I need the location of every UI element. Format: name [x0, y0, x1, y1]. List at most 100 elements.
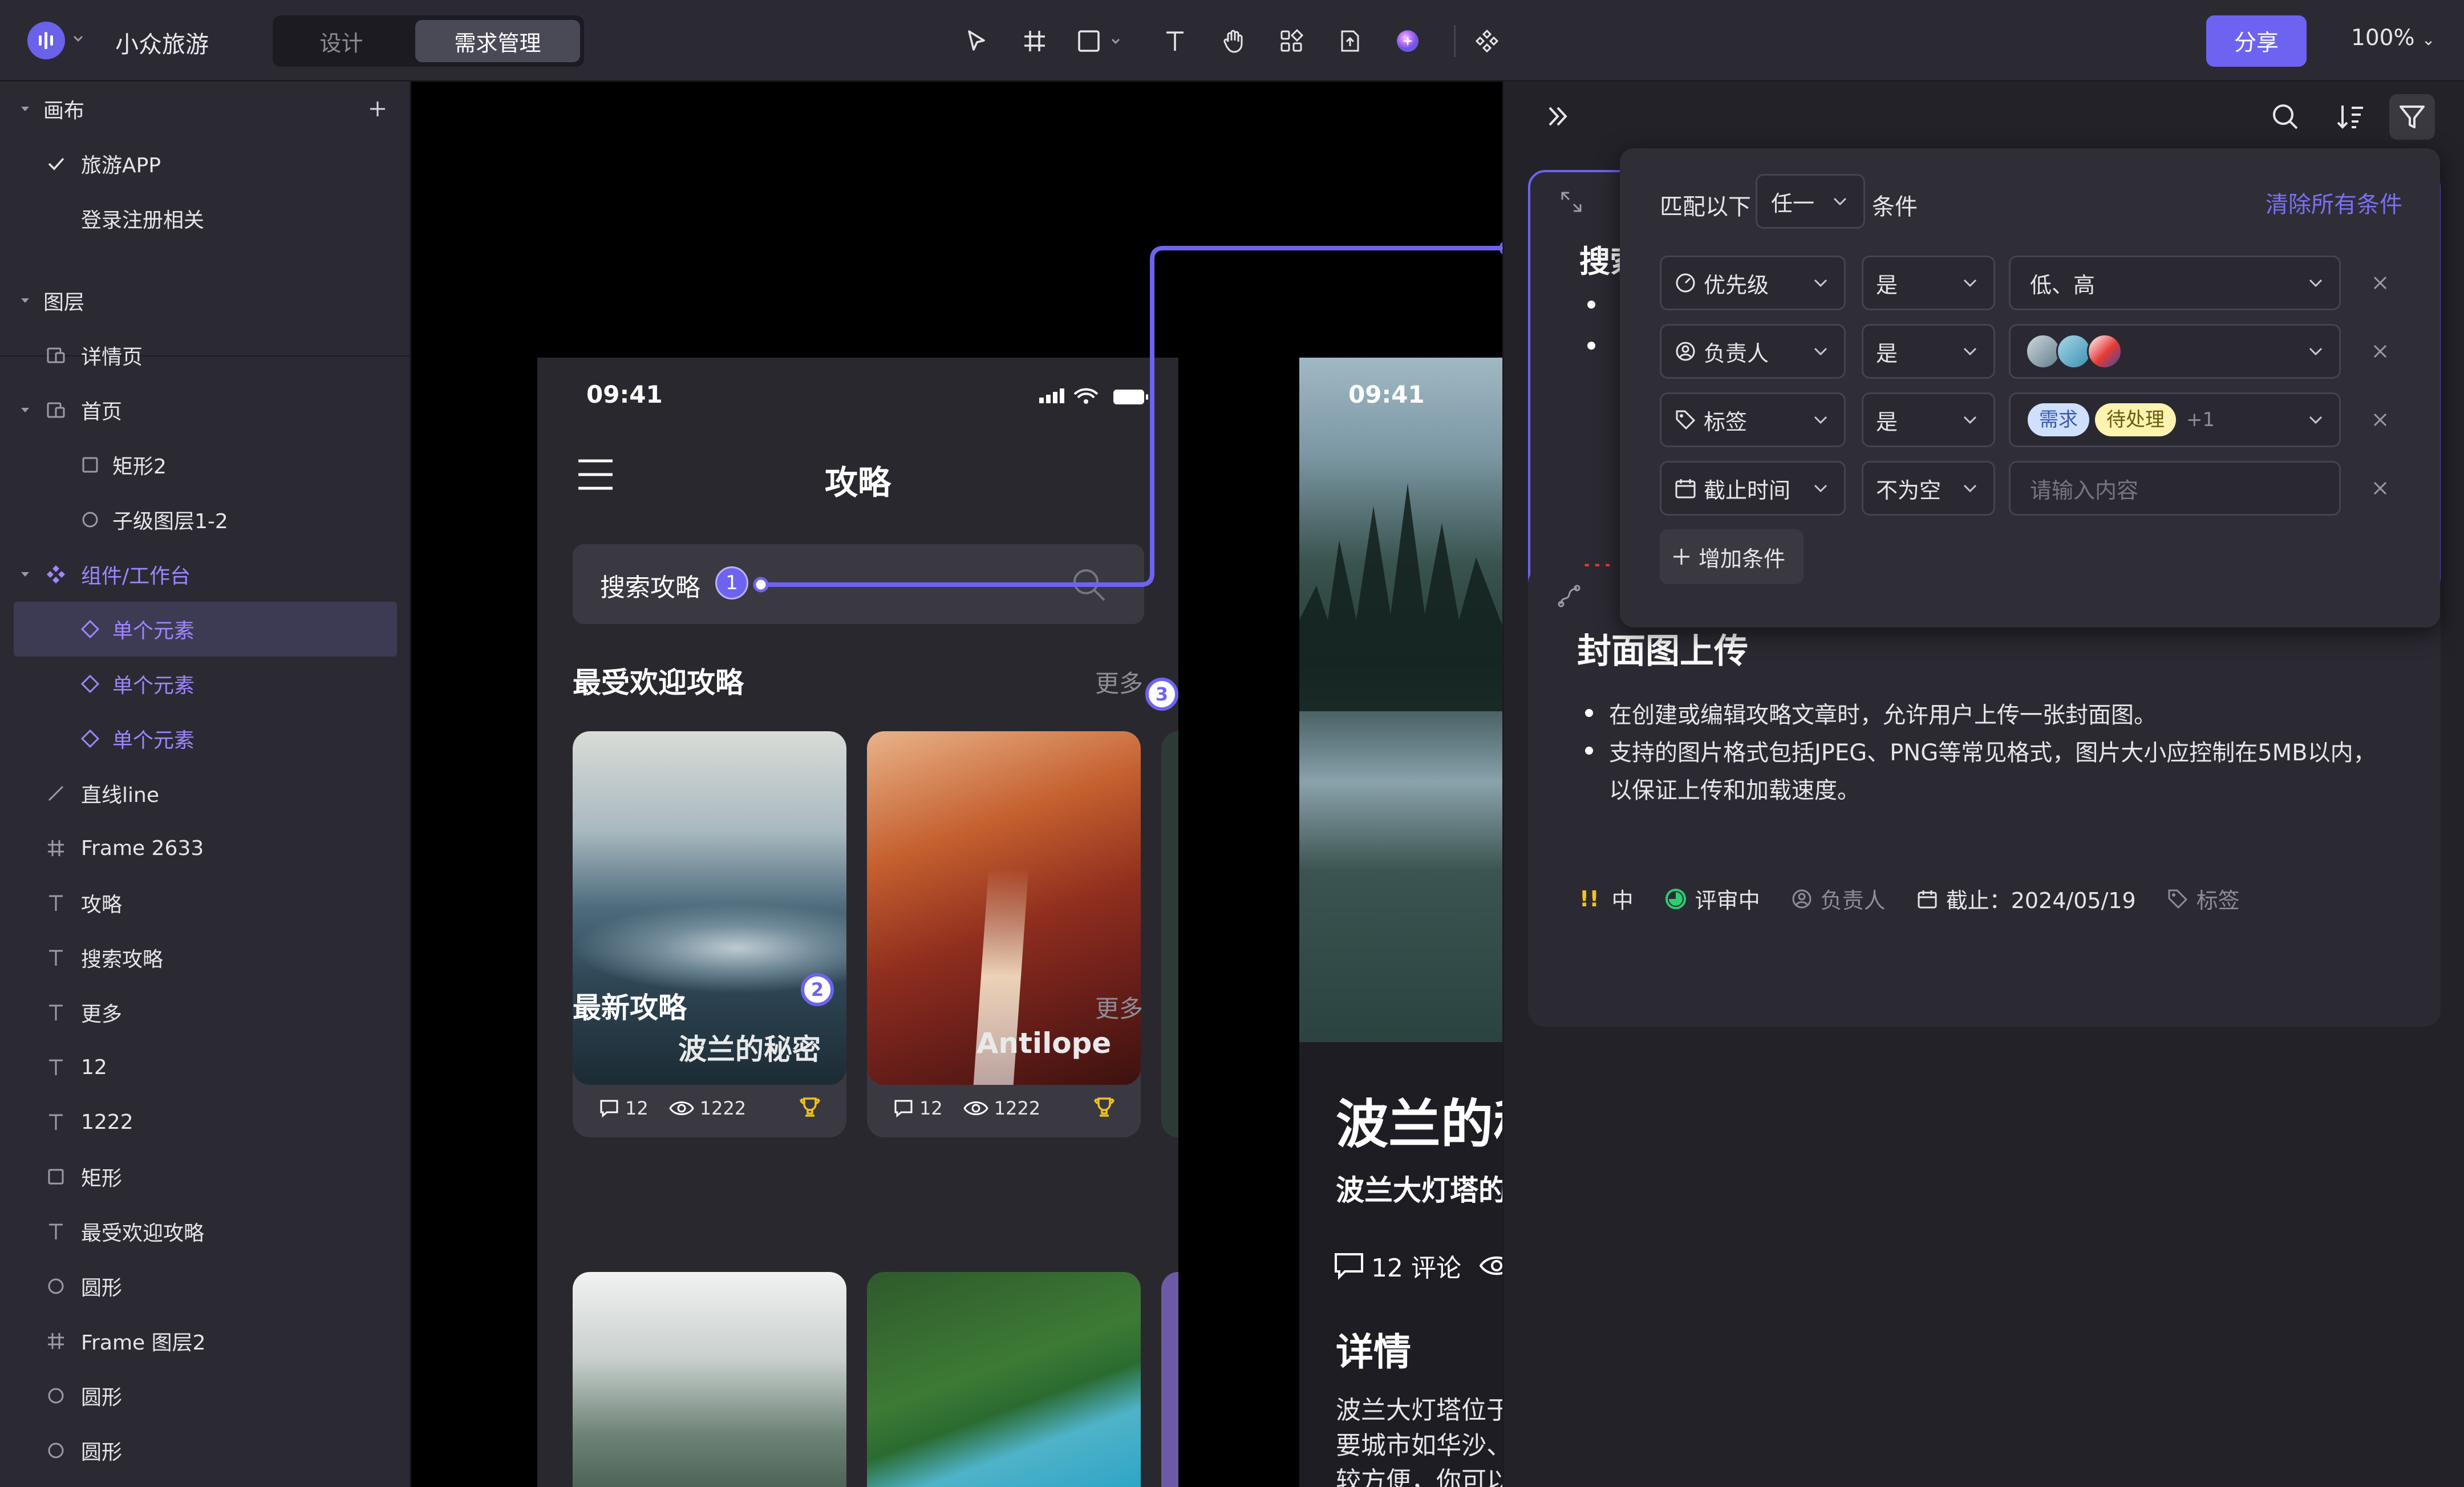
page-item[interactable]: 登录注册相关 — [0, 191, 411, 246]
guide-card[interactable]: 波兰的秘密 12 1222 — [573, 731, 846, 1137]
latest-card-fog[interactable] — [573, 1272, 846, 1487]
add-condition-label: 增加条件 — [1699, 546, 1786, 572]
layer-item[interactable]: 单个元素 — [0, 657, 411, 711]
card-assignee[interactable]: 负责人 — [1821, 883, 1886, 914]
layer-item[interactable]: 直线line — [0, 766, 411, 821]
guide-card[interactable]: Antilope 12 1222 — [867, 731, 1141, 1137]
condition-value-select[interactable]: 低、高 — [2009, 256, 2341, 310]
annotation-marker[interactable]: 3 — [1145, 678, 1178, 711]
condition-field-select[interactable]: 负责人 — [1660, 324, 1846, 379]
condition-field-select[interactable]: 截止时间 — [1660, 461, 1846, 516]
zoom-select[interactable]: 100% ⌄ — [2351, 25, 2435, 51]
tab-requirements[interactable]: 需求管理 — [415, 20, 580, 62]
caret-down-icon[interactable] — [13, 398, 38, 423]
layer-item[interactable]: 最受欢迎攻略 — [0, 1204, 411, 1259]
condition-operator: 是 — [1876, 272, 1898, 298]
app-logo-icon[interactable] — [27, 22, 65, 59]
layer-item[interactable]: 攻略 — [0, 876, 411, 930]
condition-value-select[interactable]: 需求 待处理 +1 — [2009, 392, 2341, 447]
circle-icon — [43, 1438, 68, 1463]
remove-condition-icon[interactable] — [2369, 408, 2392, 431]
text-icon[interactable] — [1158, 24, 1192, 58]
tab-design[interactable]: 设计 — [278, 20, 405, 62]
layer-item[interactable]: 更多 — [0, 985, 411, 1040]
tag-chip[interactable]: 需求 — [2028, 403, 2089, 436]
page-item[interactable]: 旅游APP — [0, 136, 411, 191]
detail-body-line: 较方便，你可以 — [1336, 1466, 1502, 1487]
layer-item[interactable]: 子级图层1-2 — [0, 492, 411, 547]
condition-value-input[interactable]: 请输入内容 — [2009, 461, 2341, 516]
condition-operator-select[interactable]: 是 — [1862, 392, 1995, 447]
layer-item[interactable]: 搜索攻略 — [0, 930, 411, 985]
expand-icon[interactable] — [1559, 189, 1584, 214]
link-icon[interactable] — [1557, 584, 1582, 609]
remove-condition-icon[interactable] — [2369, 340, 2392, 363]
layer-label: 单个元素 — [112, 674, 195, 698]
input-placeholder: 请输入内容 — [2030, 477, 2139, 503]
tag-overflow-count[interactable]: +1 — [2186, 408, 2215, 431]
latest-card-partial[interactable] — [1161, 1272, 1178, 1487]
search-icon[interactable] — [2271, 102, 2300, 132]
requirement-card[interactable]: 封面图上传 在创建或编辑攻略文章时，允许用户上传一张封面图。 支持的图片格式包括… — [1528, 566, 2441, 1027]
cursor-icon[interactable] — [959, 24, 994, 58]
layers-section-header[interactable]: 图层 — [0, 273, 411, 328]
latest-more-link[interactable]: 更多 — [1095, 990, 1143, 1024]
ai-orb-icon[interactable] — [1391, 24, 1425, 58]
layer-item[interactable]: 矩形2 — [0, 437, 411, 492]
canvas-section-title: 画布 — [43, 99, 85, 123]
latest-card-forest[interactable] — [867, 1272, 1141, 1487]
canvas-section-header[interactable]: 画布 — [0, 82, 411, 136]
component-diamond-icon[interactable] — [1470, 24, 1504, 58]
circle-icon — [78, 507, 103, 532]
condition-value-select[interactable] — [2009, 324, 2341, 379]
layer-item[interactable]: 详情页 — [0, 328, 411, 383]
project-name[interactable]: 小众旅游 — [115, 25, 209, 59]
condition-operator-select[interactable]: 是 — [1862, 324, 1995, 379]
frame-icon[interactable] — [1018, 24, 1052, 58]
layer-item[interactable]: 单个元素 — [0, 711, 411, 766]
card-tag[interactable]: 标签 — [2196, 883, 2240, 914]
layer-item[interactable]: 1222 — [0, 1095, 411, 1149]
caret-down-icon[interactable] — [13, 96, 38, 121]
export-icon[interactable] — [1332, 24, 1367, 58]
phone-frame-detail[interactable]: 09:41 波兰的秘 波兰大灯塔的 12 评论 详情 波兰大灯塔位于 要城市如华… — [1299, 358, 1502, 1487]
layer-item[interactable]: 首页 — [0, 383, 411, 437]
filter-button[interactable] — [2389, 94, 2435, 140]
tag-chip[interactable]: 待处理 — [2095, 403, 2176, 436]
sort-icon[interactable] — [2336, 102, 2365, 132]
layer-item[interactable]: Frame 图层2 — [0, 1314, 411, 1368]
collapse-panel-icon[interactable] — [1545, 103, 1571, 129]
layer-item[interactable]: 单个元素 — [14, 602, 397, 657]
remove-condition-icon[interactable] — [2369, 272, 2392, 294]
hand-icon[interactable] — [1216, 24, 1250, 58]
remove-condition-icon[interactable] — [2369, 477, 2392, 500]
add-icon[interactable] — [365, 96, 390, 121]
layer-item[interactable]: Frame 2633 — [0, 821, 411, 876]
caret-down-icon[interactable] — [13, 288, 38, 313]
condition-operator-select[interactable]: 是 — [1862, 256, 1995, 310]
more-link[interactable]: 更多 — [1095, 665, 1143, 699]
rectangle-icon[interactable] — [1076, 24, 1133, 58]
clear-all-link[interactable]: 清除所有条件 — [2266, 186, 2402, 219]
condition-field-select[interactable]: 优先级 — [1660, 256, 1846, 310]
text-icon — [43, 1000, 68, 1025]
layer-item[interactable]: 圆形 — [0, 1259, 411, 1314]
components-icon[interactable] — [1274, 24, 1308, 58]
card-status[interactable]: 评审中 — [1695, 883, 1760, 914]
layer-item[interactable]: 组件/工作台 — [0, 547, 411, 602]
layer-item[interactable]: 圆形 — [0, 1368, 411, 1423]
condition-operator-select[interactable]: 不为空 — [1862, 461, 1995, 516]
caret-down-icon[interactable] — [13, 562, 38, 587]
annotation-marker[interactable]: 2 — [801, 973, 834, 1006]
layer-item[interactable]: 矩形 — [0, 1149, 411, 1204]
match-mode-select[interactable]: 任一 — [1756, 174, 1865, 229]
layer-item[interactable]: 圆形 — [0, 1423, 411, 1478]
add-condition-button[interactable]: 增加条件 — [1660, 529, 1804, 584]
condition-field-select[interactable]: 标签 — [1660, 392, 1846, 447]
guide-card-partial[interactable] — [1161, 731, 1178, 1137]
layer-item[interactable]: 12 — [0, 1040, 411, 1095]
chevron-down-icon[interactable] — [71, 31, 86, 46]
share-button[interactable]: 分享 — [2206, 15, 2307, 67]
card-deadline[interactable]: 截止：2024/05/19 — [1946, 883, 2136, 914]
line-icon — [43, 781, 68, 806]
